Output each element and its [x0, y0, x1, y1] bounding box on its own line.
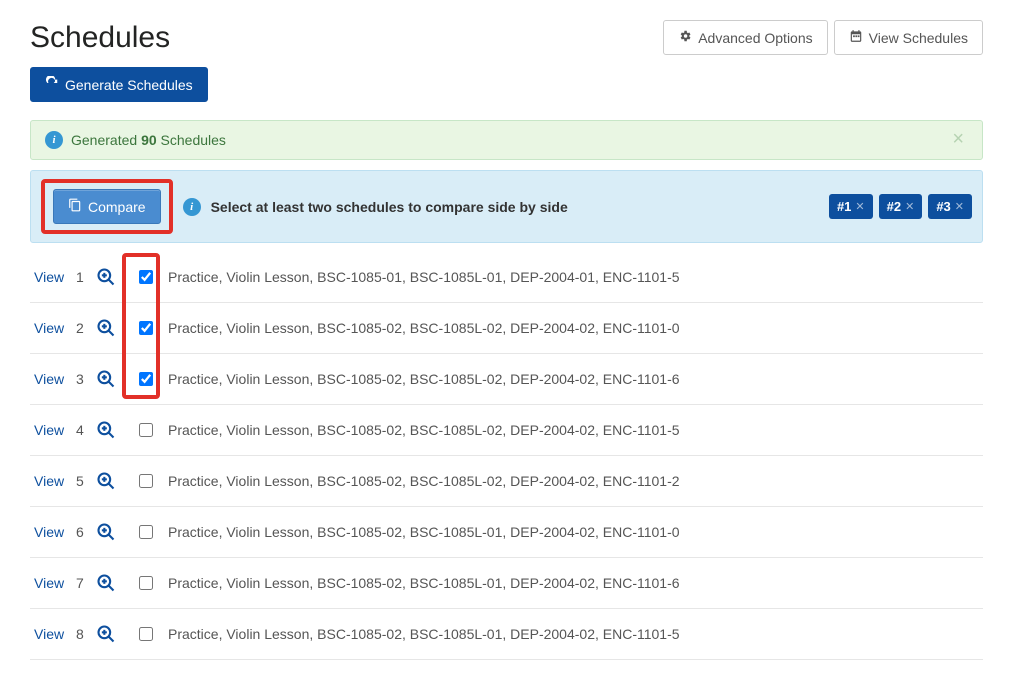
- compare-badge-3[interactable]: #3✕: [928, 194, 972, 219]
- advanced-options-label: Advanced Options: [698, 30, 812, 46]
- row-number: 8: [76, 626, 96, 642]
- close-alert-button[interactable]: ×: [946, 127, 970, 152]
- generate-label: Generate Schedules: [65, 77, 193, 93]
- page-title: Schedules: [30, 21, 170, 55]
- compare-checkbox[interactable]: [139, 627, 153, 641]
- view-link[interactable]: View: [34, 524, 76, 540]
- zoom-in-icon[interactable]: [96, 318, 116, 338]
- row-number: 3: [76, 371, 96, 387]
- schedule-description: Practice, Violin Lesson, BSC-1085-02, BS…: [160, 422, 680, 438]
- close-icon: ✕: [955, 200, 964, 213]
- schedule-row: View 7 Practice, Violin Lesson, BSC-1085…: [30, 558, 983, 609]
- compare-badge-2[interactable]: #2✕: [879, 194, 923, 219]
- compare-highlight: Compare: [41, 179, 173, 234]
- row-number: 4: [76, 422, 96, 438]
- zoom-in-icon[interactable]: [96, 420, 116, 440]
- compare-checkbox[interactable]: [139, 525, 153, 539]
- zoom-in-icon[interactable]: [96, 471, 116, 491]
- view-schedules-button[interactable]: View Schedules: [834, 20, 983, 55]
- compare-checkbox[interactable]: [139, 372, 153, 386]
- generated-alert: i Generated 90 Schedules ×: [30, 120, 983, 160]
- view-link[interactable]: View: [34, 422, 76, 438]
- info-icon: i: [183, 198, 201, 216]
- view-link[interactable]: View: [34, 320, 76, 336]
- schedule-description: Practice, Violin Lesson, BSC-1085-01, BS…: [160, 269, 680, 285]
- compare-checkbox[interactable]: [139, 474, 153, 488]
- compare-checkbox[interactable]: [139, 270, 153, 284]
- compare-checkbox[interactable]: [139, 576, 153, 590]
- schedule-row: View 2 Practice, Violin Lesson, BSC-1085…: [30, 303, 983, 354]
- schedule-row: View 3 Practice, Violin Lesson, BSC-1085…: [30, 354, 983, 405]
- zoom-in-icon[interactable]: [96, 573, 116, 593]
- schedule-row: View 4 Practice, Violin Lesson, BSC-1085…: [30, 405, 983, 456]
- schedule-row: View 1 Practice, Violin Lesson, BSC-1085…: [30, 257, 983, 303]
- schedule-description: Practice, Violin Lesson, BSC-1085-02, BS…: [160, 320, 680, 336]
- alert-text: Generated 90 Schedules: [71, 132, 226, 148]
- schedule-description: Practice, Violin Lesson, BSC-1085-02, BS…: [160, 626, 680, 642]
- view-link[interactable]: View: [34, 473, 76, 489]
- compare-checkbox[interactable]: [139, 423, 153, 437]
- alert-prefix: Generated: [71, 132, 137, 148]
- row-number: 7: [76, 575, 96, 591]
- schedule-description: Practice, Violin Lesson, BSC-1085-02, BS…: [160, 575, 680, 591]
- compare-instruction: Select at least two schedules to compare…: [211, 199, 568, 215]
- view-link[interactable]: View: [34, 626, 76, 642]
- schedule-description: Practice, Violin Lesson, BSC-1085-02, BS…: [160, 524, 680, 540]
- schedule-description: Practice, Violin Lesson, BSC-1085-02, BS…: [160, 371, 680, 387]
- view-link[interactable]: View: [34, 575, 76, 591]
- row-number: 2: [76, 320, 96, 336]
- generate-row: Generate Schedules: [30, 67, 983, 102]
- gears-icon: [678, 29, 692, 46]
- alert-suffix: Schedules: [161, 132, 226, 148]
- header-buttons: Advanced Options View Schedules: [663, 20, 983, 55]
- info-icon: i: [45, 131, 63, 149]
- schedule-row: View 5 Practice, Violin Lesson, BSC-1085…: [30, 456, 983, 507]
- calendar-icon: [849, 29, 863, 46]
- copy-icon: [68, 198, 82, 215]
- compare-bar: Compare i Select at least two schedules …: [30, 170, 983, 243]
- close-icon: ✕: [905, 200, 914, 213]
- generate-schedules-button[interactable]: Generate Schedules: [30, 67, 208, 102]
- zoom-in-icon[interactable]: [96, 267, 116, 287]
- row-number: 1: [76, 269, 96, 285]
- zoom-in-icon[interactable]: [96, 624, 116, 644]
- schedule-row: View 8 Practice, Violin Lesson, BSC-1085…: [30, 609, 983, 660]
- schedule-description: Practice, Violin Lesson, BSC-1085-02, BS…: [160, 473, 680, 489]
- page-header: Schedules Advanced Options View Schedule…: [30, 20, 983, 55]
- zoom-in-icon[interactable]: [96, 369, 116, 389]
- compare-badge-group: #1✕ #2✕ #3✕: [829, 194, 972, 219]
- view-link[interactable]: View: [34, 269, 76, 285]
- compare-label: Compare: [88, 199, 146, 215]
- schedule-row: View 6 Practice, Violin Lesson, BSC-1085…: [30, 507, 983, 558]
- alert-count: 90: [141, 132, 157, 148]
- compare-checkbox[interactable]: [139, 321, 153, 335]
- refresh-icon: [45, 76, 59, 93]
- zoom-in-icon[interactable]: [96, 522, 116, 542]
- row-number: 5: [76, 473, 96, 489]
- view-schedules-label: View Schedules: [869, 30, 968, 46]
- close-icon: ✕: [855, 200, 864, 213]
- view-link[interactable]: View: [34, 371, 76, 387]
- compare-badge-1[interactable]: #1✕: [829, 194, 873, 219]
- advanced-options-button[interactable]: Advanced Options: [663, 20, 827, 55]
- compare-button[interactable]: Compare: [53, 189, 161, 224]
- row-number: 6: [76, 524, 96, 540]
